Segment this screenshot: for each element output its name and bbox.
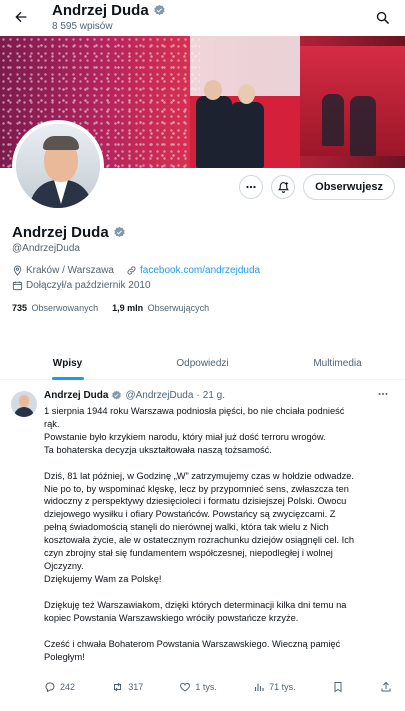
tweet-actions: 242 317 1 tys. 71 tys.	[44, 681, 392, 693]
profile-joined-row: Dołączył/a październik 2010	[12, 280, 151, 291]
profile-avatar[interactable]	[12, 120, 104, 212]
following-button[interactable]: Obserwujesz	[303, 174, 395, 200]
tweet-text-line: widoczny z perspektywy dziesięcioleci i …	[44, 496, 347, 507]
tweet-text-line: kopiec Powstania Warszawskiego wróciły p…	[44, 612, 299, 623]
profile-name: Andrzej Duda	[12, 224, 126, 241]
tweet-paragraph-gap	[44, 625, 390, 638]
followers-count-link[interactable]: 1,9 mln Obserwujących	[112, 303, 209, 313]
verified-badge-icon	[154, 4, 165, 16]
tweet-header: Andrzej Duda @AndrzejDuda · 21 g.	[44, 390, 225, 401]
tweet-text-line: czyn zbrojny stał się fundamentem współc…	[44, 548, 333, 559]
tweet-text-line: rąk.	[44, 418, 60, 429]
calendar-icon	[12, 281, 23, 291]
header-title: Andrzej Duda	[52, 2, 166, 19]
location-pin-icon	[13, 265, 22, 276]
following-count: 735	[12, 303, 28, 313]
profile-website-link[interactable]: facebook.com/andrzejduda	[140, 265, 260, 276]
tweet-text-line: Dziękuję też Warszawiakom, dzięki któryc…	[44, 599, 347, 610]
tweet-more-icon[interactable]	[377, 388, 389, 403]
reply-button[interactable]: 242	[44, 681, 75, 693]
tweet-paragraph-gap	[44, 586, 390, 599]
banner-screen-person-woman	[350, 96, 376, 156]
reply-icon	[45, 682, 55, 693]
followers-count: 1,9 mln	[112, 303, 144, 313]
following-count-link[interactable]: 735 Obserwowanych	[12, 303, 98, 313]
tweet-separator: ·	[196, 390, 200, 401]
profile-tabs: Wpisy Odpowiedzi Multimedia	[0, 350, 405, 380]
verified-badge-icon	[114, 226, 125, 238]
tweet-text-line: Nie po to, by wspominać klęskę, lecz by …	[44, 483, 349, 494]
banner-person-man	[196, 96, 232, 168]
profile-name-text: Andrzej Duda	[12, 224, 109, 241]
views-button[interactable]: 71 tys.	[253, 681, 296, 693]
profile-joined: Dołączył/a październik 2010	[26, 280, 151, 291]
post-count: 8 595 wpisów	[52, 21, 113, 32]
tweet[interactable]: Andrzej Duda @AndrzejDuda · 21 g. 1 sier…	[0, 381, 405, 711]
share-button[interactable]	[380, 681, 392, 693]
tweet-text-line: pełną świadomością stanęli do nierównej …	[44, 522, 329, 533]
more-options-button[interactable]	[239, 175, 264, 199]
profile-actions: Obserwujesz	[239, 174, 395, 200]
tweet-author-name[interactable]: Andrzej Duda	[44, 390, 108, 401]
tweet-text-line: dziejowego wysiłku i ofiary Powstańców. …	[44, 509, 336, 520]
banner-person-woman	[230, 102, 264, 168]
notification-bell-icon	[277, 181, 289, 193]
tweet-text-line: Poległym!	[44, 651, 85, 662]
views-icon	[255, 683, 264, 691]
share-icon	[381, 681, 391, 692]
top-bar: Andrzej Duda 8 595 wpisów	[0, 0, 405, 36]
repost-button[interactable]: 317	[111, 681, 143, 693]
tweet-text-line: kosztowała życie, ale w ostatecznym rozr…	[44, 535, 355, 546]
banner-screen-person-man	[322, 94, 344, 146]
repost-icon	[114, 682, 122, 692]
tab-replies[interactable]: Odpowiedzi	[135, 350, 270, 379]
verified-badge-icon	[112, 390, 122, 400]
banner-person-woman-head	[238, 84, 255, 104]
profile-handle: @AndrzejDuda	[12, 243, 80, 254]
link-icon	[127, 266, 136, 275]
heart-icon	[180, 682, 191, 692]
tab-media[interactable]: Multimedia	[270, 350, 405, 379]
followers-label: Obserwujących	[147, 303, 210, 313]
tweet-text-line: Ojczyzny.	[44, 560, 84, 571]
tweet-text-line: Powstanie było krzykiem narodu, który mi…	[44, 431, 326, 442]
banner-person-man-head	[204, 80, 222, 100]
bookmark-icon	[334, 682, 342, 693]
reply-count: 242	[60, 682, 76, 692]
tab-posts[interactable]: Wpisy	[0, 350, 135, 379]
bookmark-button[interactable]	[332, 681, 344, 693]
notifications-button[interactable]	[271, 175, 296, 199]
repost-count: 317	[128, 682, 144, 692]
tweet-text-line: Ta bohaterska decyzja ukształtowała nasz…	[44, 444, 272, 455]
tweet-text: 1 sierpnia 1944 roku Warszawa podniosła …	[44, 405, 390, 663]
tweet-text-line: Cześć i chwała Bohaterom Powstania Warsz…	[44, 638, 341, 649]
following-label: Obserwowanych	[31, 303, 99, 313]
like-count: 1 tys.	[195, 682, 217, 692]
tweet-author-handle[interactable]: @AndrzejDuda	[125, 390, 193, 401]
tweet-author-avatar[interactable]	[11, 391, 37, 417]
profile-meta-row: Kraków / Warszawa facebook.com/andrzejdu…	[12, 265, 260, 276]
tweet-time[interactable]: 21 g.	[203, 390, 225, 401]
like-button[interactable]: 1 tys.	[179, 681, 217, 693]
tweet-paragraph-gap	[44, 457, 390, 470]
more-icon	[246, 185, 256, 189]
views-count: 71 tys.	[269, 682, 296, 692]
profile-counts: 735 Obserwowanych 1,9 mln Obserwujących	[12, 303, 209, 313]
search-icon[interactable]	[371, 6, 393, 28]
tweet-text-line: Dziękujemy Wam za Polskę!	[44, 573, 162, 584]
back-arrow-icon[interactable]	[8, 4, 34, 30]
header-name: Andrzej Duda	[52, 2, 149, 19]
tweet-text-line: 1 sierpnia 1944 roku Warszawa podniosła …	[44, 406, 345, 416]
profile-location: Kraków / Warszawa	[26, 265, 114, 276]
tweet-text-line: Dziś, 81 lat później, w Godzinę „W” zatr…	[44, 470, 355, 481]
